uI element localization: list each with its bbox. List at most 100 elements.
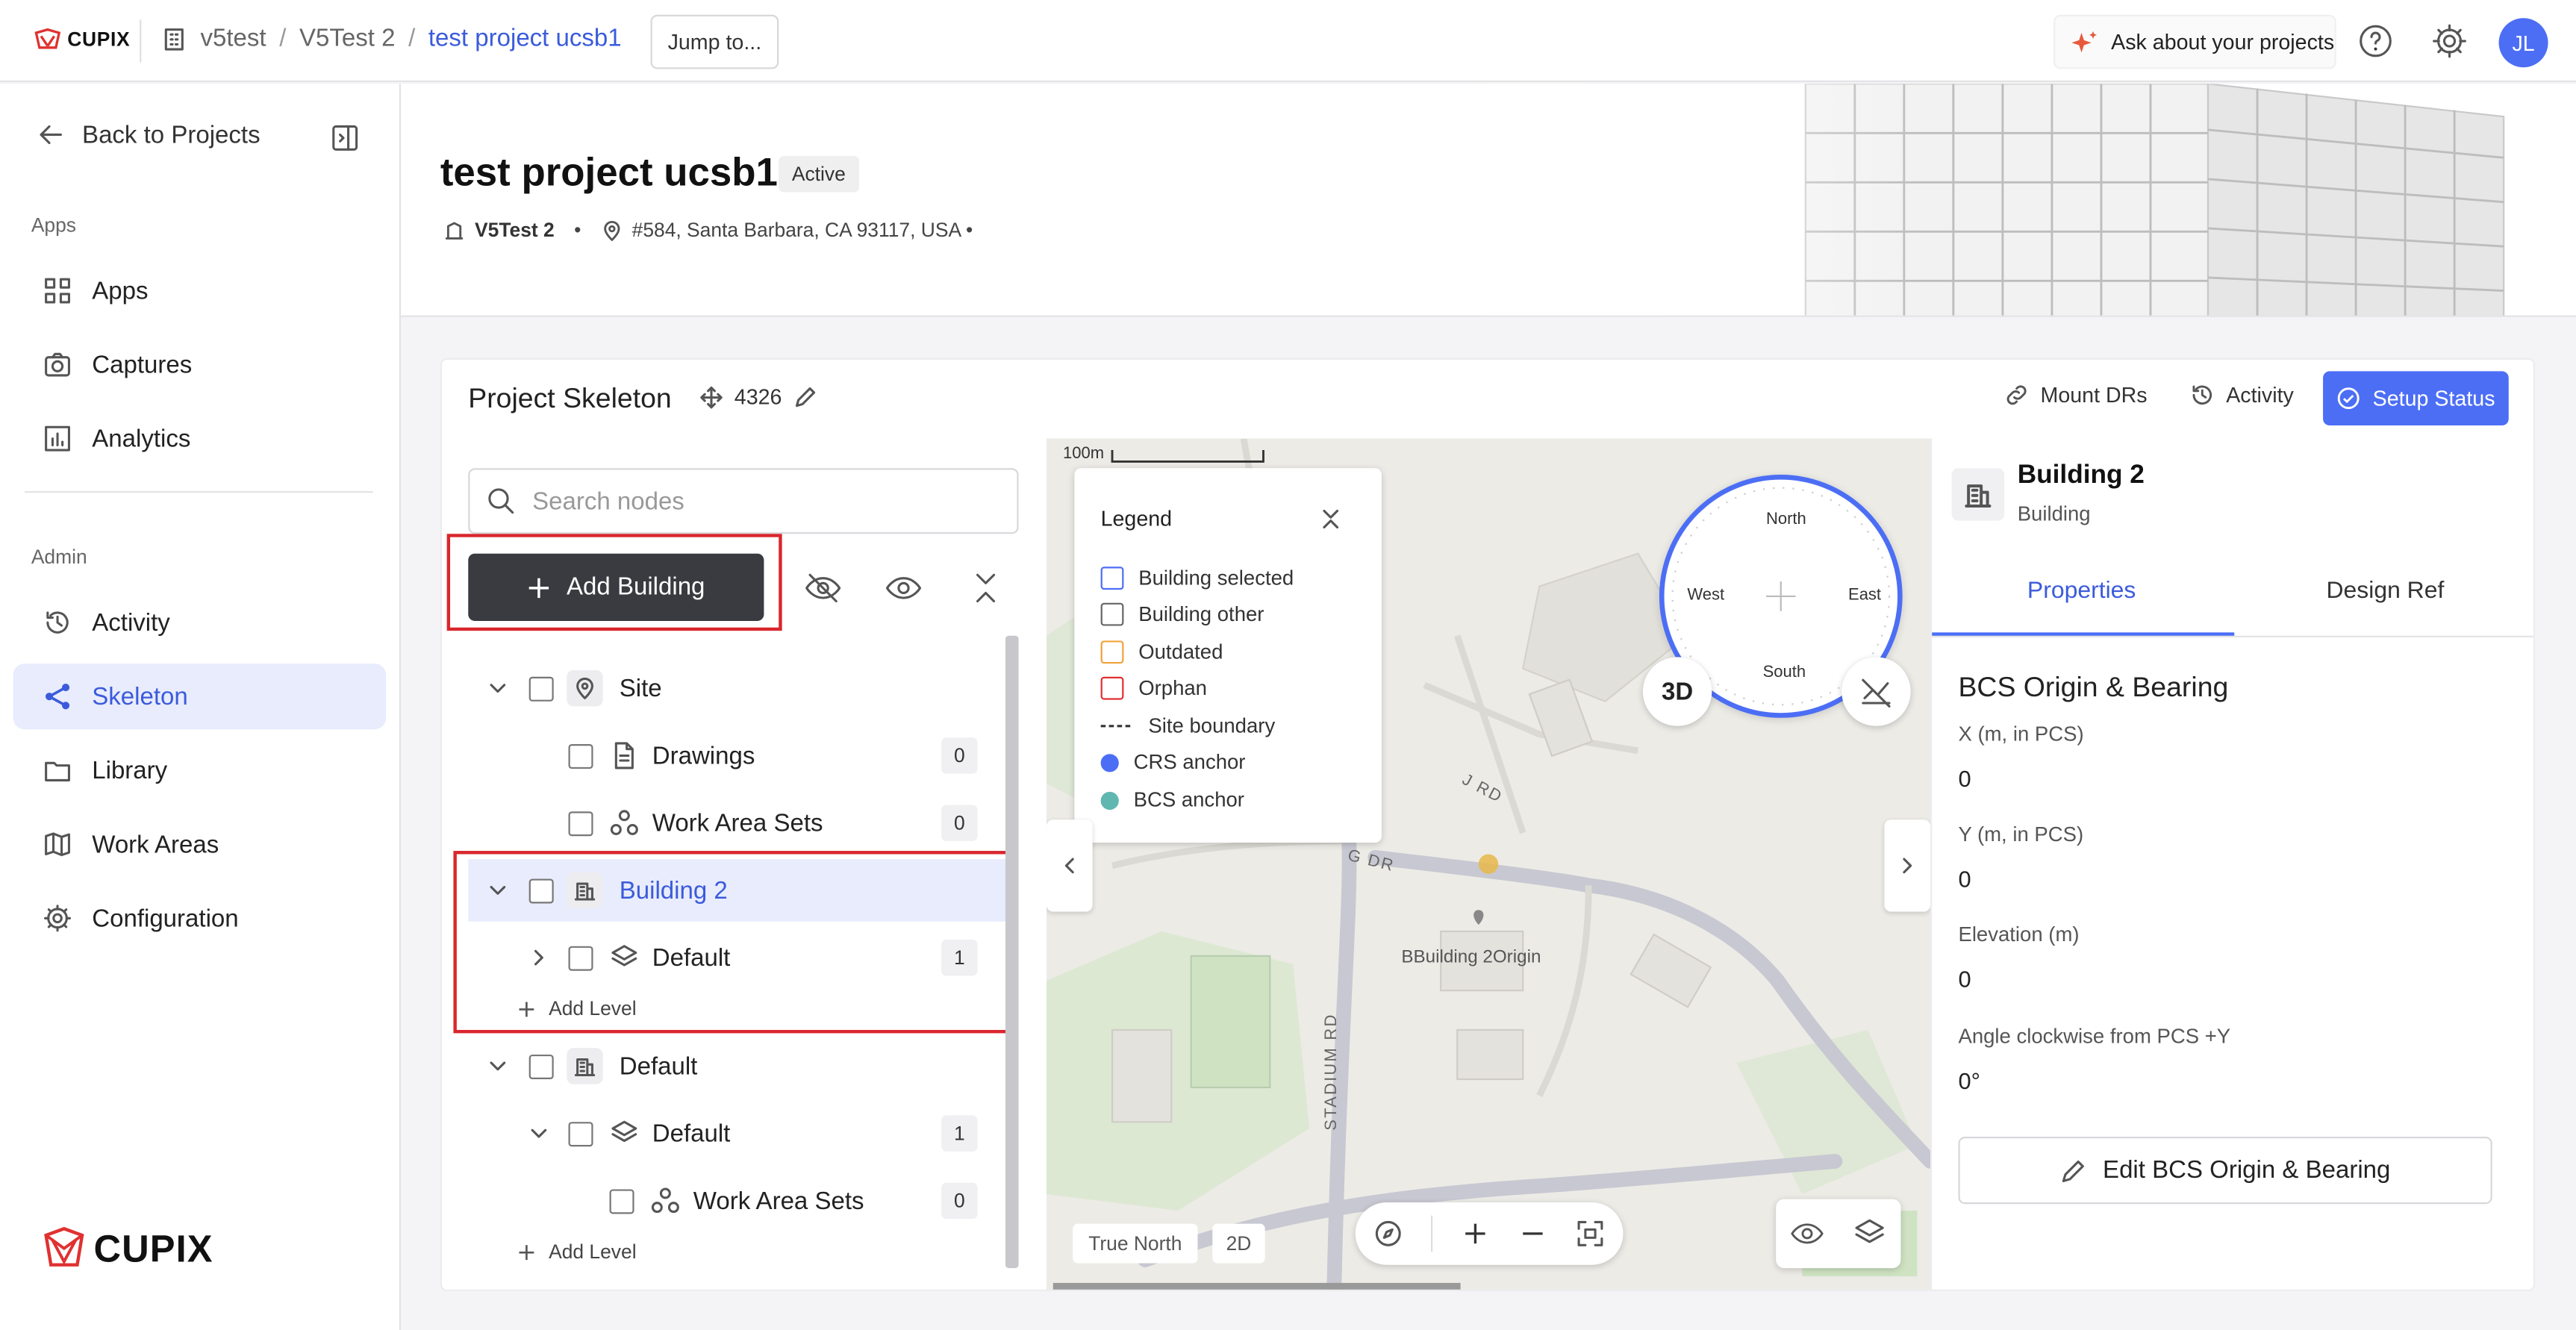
checkbox[interactable]	[568, 1121, 593, 1146]
checkbox[interactable]	[568, 743, 593, 768]
logo-text: CUPIX	[67, 28, 131, 51]
check-circle-icon	[2338, 387, 2360, 410]
dashed-line-swatch	[1100, 725, 1134, 728]
sidebar-item-library[interactable]: Library	[13, 737, 387, 803]
top-bar: CUPIX v5test / V5Test 2 / test project u…	[0, 0, 2576, 83]
chevron-down-icon[interactable]	[488, 678, 508, 698]
sidebar-item-work-areas[interactable]: Work Areas	[13, 811, 387, 877]
setup-status-button[interactable]: Setup Status	[2323, 371, 2509, 426]
sidebar-item-apps[interactable]: Apps	[13, 258, 387, 324]
skeleton-icon	[45, 684, 70, 710]
2d-toggle-button[interactable]: 2D	[1212, 1223, 1265, 1264]
folder-icon	[45, 761, 70, 781]
jump-to-button[interactable]: Jump to...	[650, 14, 779, 69]
mount-drs-button[interactable]: Mount DRs	[2004, 383, 2148, 408]
hide-all-icon[interactable]	[803, 569, 843, 608]
tree-label: Work Area Sets	[693, 1187, 864, 1215]
building-illustration	[1485, 84, 2576, 316]
sidebar-item-configuration[interactable]: Configuration	[13, 885, 387, 951]
checkbox[interactable]	[609, 1188, 634, 1214]
tree-label: Drawings	[652, 741, 755, 770]
ask-projects-button[interactable]: Ask about your projects	[2053, 14, 2336, 69]
chevron-down-icon[interactable]	[529, 1123, 549, 1143]
user-avatar[interactable]: JL	[2498, 18, 2548, 68]
map-icon	[45, 832, 70, 857]
fit-view-icon[interactable]	[1576, 1219, 1606, 1249]
show-all-icon[interactable]	[884, 569, 923, 608]
checkbox[interactable]	[528, 675, 554, 701]
properties-panel: Building 2 Building Properties Design Re…	[1930, 438, 2533, 1290]
tree-row-building-default[interactable]: Default	[468, 1035, 1010, 1098]
zoom-controls	[1355, 1202, 1624, 1265]
count-badge: 0	[941, 805, 978, 841]
chevron-down-icon[interactable]	[488, 1056, 508, 1075]
back-to-projects-link[interactable]: Back to Projects	[36, 120, 261, 150]
breadcrumb-separator: /	[279, 25, 287, 53]
cupix-logo[interactable]: CUPIX	[33, 28, 130, 51]
true-north-button[interactable]: True North	[1073, 1223, 1198, 1264]
visibility-eye-icon[interactable]	[1789, 1216, 1825, 1252]
tree-label: Work Area Sets	[652, 808, 823, 837]
scale-bar	[1111, 450, 1264, 463]
search-input[interactable]: Search nodes	[468, 468, 1019, 534]
gear-icon	[43, 905, 72, 932]
settings-gear-icon[interactable]	[2430, 22, 2469, 61]
legend-item: Building selected	[1100, 566, 1294, 590]
zoom-in-icon[interactable]	[1462, 1220, 1488, 1246]
sidebar-item-skeleton[interactable]: Skeleton	[13, 664, 387, 730]
terrain-toggle-button[interactable]	[1841, 657, 1911, 726]
edit-bcs-button[interactable]: Edit BCS Origin & Bearing	[1958, 1137, 2492, 1205]
link-icon	[2006, 385, 2027, 405]
legend-title: Legend	[1100, 505, 1173, 531]
field-value: 0	[1958, 966, 1971, 993]
collapse-sidebar-icon[interactable]	[330, 123, 360, 153]
map-prev-button[interactable]	[1046, 819, 1093, 912]
tree-row-level-default[interactable]: Default 1	[468, 1102, 1010, 1165]
move-arrows-icon	[700, 385, 723, 408]
tree-row-work-area-sets[interactable]: Work Area Sets 0	[468, 792, 1010, 855]
collapse-legend-icon[interactable]	[1319, 506, 1342, 532]
tree-row-drawings[interactable]: Drawings 0	[468, 725, 1010, 787]
tab-properties[interactable]: Properties	[2027, 578, 2136, 605]
3d-toggle-button[interactable]: 3D	[1642, 657, 1712, 726]
compass-reset-icon[interactable]	[1373, 1219, 1403, 1249]
crs-epsg: 4326	[700, 384, 817, 409]
breadcrumb: v5test / V5Test 2 / test project ucsb1	[161, 25, 622, 52]
add-building-button[interactable]: Add Building	[468, 553, 764, 621]
edit-pencil-icon[interactable]	[793, 385, 817, 408]
checkbox[interactable]	[528, 1053, 554, 1078]
collapse-all-icon[interactable]	[973, 569, 999, 608]
legend-label: BCS anchor	[1133, 788, 1244, 812]
breadcrumb-workspace[interactable]: v5test	[201, 25, 266, 52]
layers-icon[interactable]	[1851, 1216, 1887, 1252]
sidebar-item-captures[interactable]: Captures	[13, 332, 387, 398]
divider	[140, 19, 142, 63]
sidebar-item-activity[interactable]: Activity	[13, 590, 387, 655]
tree-row-work-area-sets[interactable]: Work Area Sets 0	[468, 1170, 1010, 1232]
tree-scrollbar[interactable]	[1005, 635, 1019, 1269]
checkbox[interactable]	[568, 811, 593, 836]
field-label: Angle clockwise from PCS +Y	[1958, 1025, 2231, 1049]
map-next-button[interactable]	[1884, 819, 1931, 912]
search-icon	[488, 488, 514, 514]
map-layer-controls	[1776, 1199, 1901, 1269]
add-level-button[interactable]: Add Level	[517, 1240, 637, 1263]
location-pin-icon	[567, 669, 603, 707]
add-building-label: Add Building	[567, 573, 705, 602]
help-icon[interactable]	[2356, 22, 2395, 61]
field-label: X (m, in PCS)	[1958, 722, 2084, 746]
legend-swatch	[1100, 602, 1124, 626]
activity-button[interactable]: Activity	[2190, 383, 2294, 408]
breadcrumb-group[interactable]: V5Test 2	[299, 25, 395, 52]
tree-row-site[interactable]: Site	[468, 657, 1010, 719]
zoom-out-icon[interactable]	[1520, 1220, 1546, 1246]
work-area-sets-icon	[647, 1183, 683, 1219]
sidebar-item-analytics[interactable]: Analytics	[13, 406, 387, 472]
count-badge: 0	[941, 1182, 978, 1220]
status-badge: Active	[779, 156, 859, 193]
node-tree-panel: Search nodes Add Building Site Drawings …	[442, 438, 1047, 1290]
breadcrumb-project[interactable]: test project ucsb1	[428, 25, 622, 52]
map-view[interactable]: 100m J RD G DR STADIUM RD BBuilding 2Ori…	[1046, 438, 1931, 1290]
legend-item: Site boundary	[1100, 714, 1275, 737]
tab-design-ref[interactable]: Design Ref	[2326, 578, 2444, 605]
